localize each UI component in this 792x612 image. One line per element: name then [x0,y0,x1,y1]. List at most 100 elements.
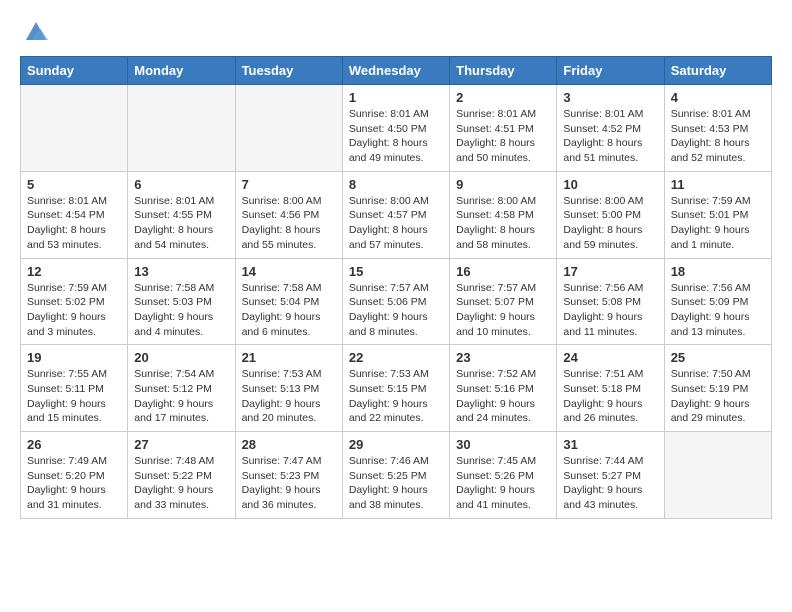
day-info: Sunrise: 7:57 AMSunset: 5:06 PMDaylight:… [349,281,443,340]
calendar-day-cell: 28 Sunrise: 7:47 AMSunset: 5:23 PMDayligh… [235,432,342,519]
day-info: Sunrise: 7:53 AMSunset: 5:13 PMDaylight:… [242,367,336,426]
day-info: Sunrise: 7:59 AMSunset: 5:02 PMDaylight:… [27,281,121,340]
day-info: Sunrise: 7:44 AMSunset: 5:27 PMDaylight:… [563,454,657,513]
calendar-week-row: 26Sunrise: 7:49 AMSunset: 5:20 PMDayligh… [21,432,772,519]
calendar-day-cell [128,85,235,172]
day-info: Sunrise: 7:50 AMSunset: 5:19 PMDaylight:… [671,367,765,426]
calendar-day-cell: 11 Sunrise: 7:59 AMSunset: 5:01 PMDayligh… [664,171,771,258]
calendar-day-cell [664,432,771,519]
day-number: 4 [671,90,765,105]
day-info: Sunrise: 8:00 AMSunset: 5:00 PMDaylight:… [563,194,657,253]
calendar-week-row: 1 Sunrise: 8:01 AMSunset: 4:50 PMDaylight… [21,85,772,172]
day-number: 11 [671,177,765,192]
day-info: Sunrise: 7:55 AMSunset: 5:11 PMDaylight:… [27,367,121,426]
day-info: Sunrise: 7:57 AMSunset: 5:07 PMDaylight:… [456,281,550,340]
calendar-day-cell: 26Sunrise: 7:49 AMSunset: 5:20 PMDayligh… [21,432,128,519]
day-number: 7 [242,177,336,192]
day-info: Sunrise: 7:56 AMSunset: 5:09 PMDaylight:… [671,281,765,340]
calendar-week-row: 12 Sunrise: 7:59 AMSunset: 5:02 PMDayligh… [21,258,772,345]
calendar-day-cell [235,85,342,172]
day-of-week-header: Friday [557,57,664,85]
day-info: Sunrise: 8:01 AMSunset: 4:50 PMDaylight:… [349,107,443,166]
calendar-week-row: 19 Sunrise: 7:55 AMSunset: 5:11 PMDayligh… [21,345,772,432]
day-number: 6 [134,177,228,192]
calendar-week-row: 5 Sunrise: 8:01 AMSunset: 4:54 PMDaylight… [21,171,772,258]
day-number: 5 [27,177,121,192]
day-info: Sunrise: 8:01 AMSunset: 4:51 PMDaylight:… [456,107,550,166]
logo [20,16,50,44]
day-number: 8 [349,177,443,192]
day-info: Sunrise: 7:47 AMSunset: 5:23 PMDaylight:… [242,454,336,513]
calendar-day-cell: 20 Sunrise: 7:54 AMSunset: 5:12 PMDayligh… [128,345,235,432]
day-info: Sunrise: 7:46 AMSunset: 5:25 PMDaylight:… [349,454,443,513]
calendar-day-cell: 7 Sunrise: 8:00 AMSunset: 4:56 PMDaylight… [235,171,342,258]
day-number: 23 [456,350,550,365]
calendar-day-cell: 27Sunrise: 7:48 AMSunset: 5:22 PMDayligh… [128,432,235,519]
calendar-day-cell: 19 Sunrise: 7:55 AMSunset: 5:11 PMDayligh… [21,345,128,432]
day-number: 1 [349,90,443,105]
day-info: Sunrise: 7:58 AMSunset: 5:03 PMDaylight:… [134,281,228,340]
day-number: 26 [27,437,121,452]
calendar-day-cell: 6 Sunrise: 8:01 AMSunset: 4:55 PMDaylight… [128,171,235,258]
logo-icon [22,16,50,44]
calendar-day-cell: 30 Sunrise: 7:45 AMSunset: 5:26 PMDayligh… [450,432,557,519]
day-info: Sunrise: 8:00 AMSunset: 4:57 PMDaylight:… [349,194,443,253]
day-number: 2 [456,90,550,105]
day-info: Sunrise: 7:59 AMSunset: 5:01 PMDaylight:… [671,194,765,253]
day-number: 15 [349,264,443,279]
calendar-day-cell: 25Sunrise: 7:50 AMSunset: 5:19 PMDayligh… [664,345,771,432]
calendar-day-cell: 9 Sunrise: 8:00 AMSunset: 4:58 PMDaylight… [450,171,557,258]
day-number: 19 [27,350,121,365]
day-info: Sunrise: 8:00 AMSunset: 4:58 PMDaylight:… [456,194,550,253]
calendar-table: SundayMondayTuesdayWednesdayThursdayFrid… [20,56,772,519]
calendar-day-cell: 12 Sunrise: 7:59 AMSunset: 5:02 PMDayligh… [21,258,128,345]
day-number: 3 [563,90,657,105]
day-of-week-header: Saturday [664,57,771,85]
calendar-day-cell: 1 Sunrise: 8:01 AMSunset: 4:50 PMDaylight… [342,85,449,172]
calendar-day-cell: 18Sunrise: 7:56 AMSunset: 5:09 PMDayligh… [664,258,771,345]
day-info: Sunrise: 7:45 AMSunset: 5:26 PMDaylight:… [456,454,550,513]
calendar-day-cell: 5 Sunrise: 8:01 AMSunset: 4:54 PMDaylight… [21,171,128,258]
day-number: 10 [563,177,657,192]
day-number: 13 [134,264,228,279]
calendar-day-cell: 23 Sunrise: 7:52 AMSunset: 5:16 PMDayligh… [450,345,557,432]
calendar-day-cell: 13 Sunrise: 7:58 AMSunset: 5:03 PMDayligh… [128,258,235,345]
calendar-day-cell: 4 Sunrise: 8:01 AMSunset: 4:53 PMDaylight… [664,85,771,172]
day-number: 31 [563,437,657,452]
day-number: 16 [456,264,550,279]
calendar-day-cell: 21 Sunrise: 7:53 AMSunset: 5:13 PMDayligh… [235,345,342,432]
calendar-day-cell: 15 Sunrise: 7:57 AMSunset: 5:06 PMDayligh… [342,258,449,345]
calendar-header-row: SundayMondayTuesdayWednesdayThursdayFrid… [21,57,772,85]
day-number: 9 [456,177,550,192]
day-of-week-header: Thursday [450,57,557,85]
day-number: 21 [242,350,336,365]
calendar-day-cell: 3 Sunrise: 8:01 AMSunset: 4:52 PMDaylight… [557,85,664,172]
day-info: Sunrise: 8:01 AMSunset: 4:54 PMDaylight:… [27,194,121,253]
day-number: 24 [563,350,657,365]
day-info: Sunrise: 7:52 AMSunset: 5:16 PMDaylight:… [456,367,550,426]
day-info: Sunrise: 7:51 AMSunset: 5:18 PMDaylight:… [563,367,657,426]
day-number: 22 [349,350,443,365]
calendar-day-cell: 31 Sunrise: 7:44 AMSunset: 5:27 PMDayligh… [557,432,664,519]
calendar-day-cell: 10 Sunrise: 8:00 AMSunset: 5:00 PMDayligh… [557,171,664,258]
day-number: 29 [349,437,443,452]
day-info: Sunrise: 7:56 AMSunset: 5:08 PMDaylight:… [563,281,657,340]
day-of-week-header: Monday [128,57,235,85]
calendar-day-cell [21,85,128,172]
day-number: 12 [27,264,121,279]
day-number: 28 [242,437,336,452]
day-of-week-header: Tuesday [235,57,342,85]
calendar-day-cell: 22Sunrise: 7:53 AMSunset: 5:15 PMDayligh… [342,345,449,432]
day-number: 30 [456,437,550,452]
day-info: Sunrise: 8:01 AMSunset: 4:53 PMDaylight:… [671,107,765,166]
calendar-day-cell: 14Sunrise: 7:58 AMSunset: 5:04 PMDayligh… [235,258,342,345]
day-number: 17 [563,264,657,279]
day-info: Sunrise: 7:58 AMSunset: 5:04 PMDaylight:… [242,281,336,340]
calendar-day-cell: 8 Sunrise: 8:00 AMSunset: 4:57 PMDaylight… [342,171,449,258]
day-info: Sunrise: 8:00 AMSunset: 4:56 PMDaylight:… [242,194,336,253]
day-info: Sunrise: 7:54 AMSunset: 5:12 PMDaylight:… [134,367,228,426]
calendar-day-cell: 29 Sunrise: 7:46 AMSunset: 5:25 PMDayligh… [342,432,449,519]
day-info: Sunrise: 8:01 AMSunset: 4:55 PMDaylight:… [134,194,228,253]
day-number: 20 [134,350,228,365]
day-info: Sunrise: 8:01 AMSunset: 4:52 PMDaylight:… [563,107,657,166]
